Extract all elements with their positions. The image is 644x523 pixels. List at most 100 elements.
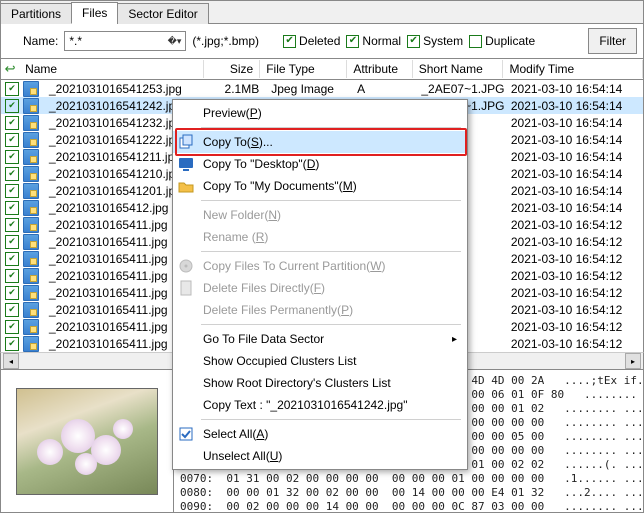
image-file-icon — [23, 268, 39, 284]
image-file-icon — [23, 98, 39, 114]
cell-mtime: 2021-03-10 16:54:12 — [505, 286, 643, 300]
row-checkbox[interactable]: ✔ — [5, 252, 19, 266]
duplicate-checkbox[interactable]: ✔Duplicate — [469, 34, 535, 48]
cell-mtime: 2021-03-10 16:54:12 — [505, 337, 643, 351]
row-checkbox[interactable]: ✔ — [5, 235, 19, 249]
name-pattern-combo[interactable]: *.* �▾ — [64, 31, 186, 51]
filter-button[interactable]: Filter — [588, 28, 637, 54]
cell-mtime: 2021-03-10 16:54:14 — [505, 99, 643, 113]
image-file-icon — [23, 132, 39, 148]
file-icon — [177, 279, 195, 297]
image-file-icon — [23, 251, 39, 267]
image-file-icon — [23, 200, 39, 216]
row-checkbox[interactable]: ✔ — [5, 167, 19, 181]
menu-copy-current-partition: Copy Files To Current Partition(W) — [173, 255, 467, 277]
col-short[interactable]: Short Name — [413, 60, 504, 78]
row-checkbox[interactable]: ✔ — [5, 303, 19, 317]
image-file-icon — [23, 149, 39, 165]
normal-checkbox[interactable]: ✔Normal — [346, 34, 401, 48]
table-row[interactable]: ✔_2021031016541253.jpg2.1MBJpeg ImageA_2… — [1, 80, 643, 97]
image-file-icon — [23, 336, 39, 352]
image-file-icon — [23, 217, 39, 233]
cell-attr: A — [351, 82, 415, 96]
col-type[interactable]: File Type — [260, 60, 347, 78]
cell-mtime: 2021-03-10 16:54:14 — [505, 150, 643, 164]
row-checkbox[interactable]: ✔ — [5, 201, 19, 215]
col-size[interactable]: Size — [204, 60, 260, 78]
cell-mtime: 2021-03-10 16:54:12 — [505, 303, 643, 317]
cell-mtime: 2021-03-10 16:54:14 — [505, 116, 643, 130]
image-file-icon — [23, 319, 39, 335]
cell-mtime: 2021-03-10 16:54:12 — [505, 218, 643, 232]
system-checkbox[interactable]: ✔System — [407, 34, 463, 48]
cell-name: _2021031016541253.jpg — [43, 82, 210, 96]
deleted-checkbox[interactable]: ✔Deleted — [283, 34, 340, 48]
row-checkbox[interactable]: ✔ — [5, 150, 19, 164]
col-mtime[interactable]: Modify Time — [503, 60, 643, 78]
scroll-left-icon[interactable]: ◂ — [3, 353, 19, 369]
row-checkbox[interactable]: ✔ — [5, 82, 19, 96]
image-file-icon — [23, 166, 39, 182]
check-icon — [177, 425, 195, 443]
image-file-icon — [23, 234, 39, 250]
row-checkbox[interactable]: ✔ — [5, 286, 19, 300]
image-file-icon — [23, 183, 39, 199]
cell-mtime: 2021-03-10 16:54:12 — [505, 320, 643, 334]
menu-delete-permanently: Delete Files Permanently(P) — [173, 299, 467, 321]
submenu-arrow-icon: ▸ — [452, 334, 457, 345]
row-checkbox[interactable]: ✔ — [5, 337, 19, 351]
menu-unselect-all[interactable]: Unselect All(U) — [173, 445, 467, 467]
tab-sector-editor[interactable]: Sector Editor — [117, 3, 208, 24]
menu-rename: Rename (R) — [173, 226, 467, 248]
folder-icon — [177, 177, 195, 195]
row-checkbox[interactable]: ✔ — [5, 320, 19, 334]
row-checkbox[interactable]: ✔ — [5, 116, 19, 130]
cell-mtime: 2021-03-10 16:54:14 — [505, 82, 643, 96]
image-thumbnail — [16, 388, 158, 495]
cell-mtime: 2021-03-10 16:54:12 — [505, 235, 643, 249]
menu-goto-sector[interactable]: Go To File Data Sector▸ — [173, 328, 467, 350]
menu-copy-to[interactable]: Copy To(S)... — [173, 131, 467, 153]
menu-show-root-clusters[interactable]: Show Root Directory's Clusters List — [173, 372, 467, 394]
up-level-icon[interactable]: ↩ — [1, 61, 19, 77]
menu-preview[interactable]: Preview(P) — [173, 102, 467, 124]
preview-pane — [1, 370, 174, 512]
desktop-icon — [177, 155, 195, 173]
cell-type: Jpeg Image — [265, 82, 351, 96]
menu-delete-directly: Delete Files Directly(F) — [173, 277, 467, 299]
chevron-down-icon: �▾ — [168, 36, 182, 47]
pattern-hint: (*.jpg;*.bmp) — [192, 34, 259, 48]
col-name[interactable]: Name — [19, 60, 204, 78]
row-checkbox[interactable]: ✔ — [5, 133, 19, 147]
tab-bar: Partitions Files Sector Editor — [0, 0, 644, 24]
col-attr[interactable]: Attribute — [347, 60, 412, 78]
menu-copy-desktop[interactable]: Copy To "Desktop"(D) — [173, 153, 467, 175]
menu-show-clusters[interactable]: Show Occupied Clusters List — [173, 350, 467, 372]
row-checkbox[interactable]: ✔ — [5, 184, 19, 198]
pattern-value: *.* — [69, 34, 82, 48]
cell-mtime: 2021-03-10 16:54:14 — [505, 167, 643, 181]
tab-files[interactable]: Files — [71, 2, 118, 24]
image-file-icon — [23, 285, 39, 301]
image-file-icon — [23, 302, 39, 318]
filter-bar: Name: *.* �▾ (*.jpg;*.bmp) ✔Deleted ✔Nor… — [0, 24, 644, 59]
scroll-right-icon[interactable]: ▸ — [625, 353, 641, 369]
menu-copy-text[interactable]: Copy Text : "_2021031016541242.jpg" — [173, 394, 467, 416]
copy-icon — [177, 133, 195, 151]
cell-mtime: 2021-03-10 16:54:12 — [505, 252, 643, 266]
row-checkbox[interactable]: ✔ — [5, 218, 19, 232]
cell-mtime: 2021-03-10 16:54:14 — [505, 201, 643, 215]
tab-partitions[interactable]: Partitions — [0, 3, 72, 24]
menu-select-all[interactable]: Select All(A) — [173, 423, 467, 445]
drive-icon — [177, 257, 195, 275]
cell-mtime: 2021-03-10 16:54:14 — [505, 184, 643, 198]
image-file-icon — [23, 115, 39, 131]
image-file-icon — [23, 81, 39, 97]
cell-mtime: 2021-03-10 16:54:14 — [505, 133, 643, 147]
row-checkbox[interactable]: ✔ — [5, 99, 19, 113]
row-checkbox[interactable]: ✔ — [5, 269, 19, 283]
cell-size: 2.1MB — [210, 82, 265, 96]
menu-copy-mydocs[interactable]: Copy To "My Documents"(M) — [173, 175, 467, 197]
cell-mtime: 2021-03-10 16:54:12 — [505, 269, 643, 283]
context-menu: Preview(P) Copy To(S)... Copy To "Deskto… — [172, 99, 468, 470]
